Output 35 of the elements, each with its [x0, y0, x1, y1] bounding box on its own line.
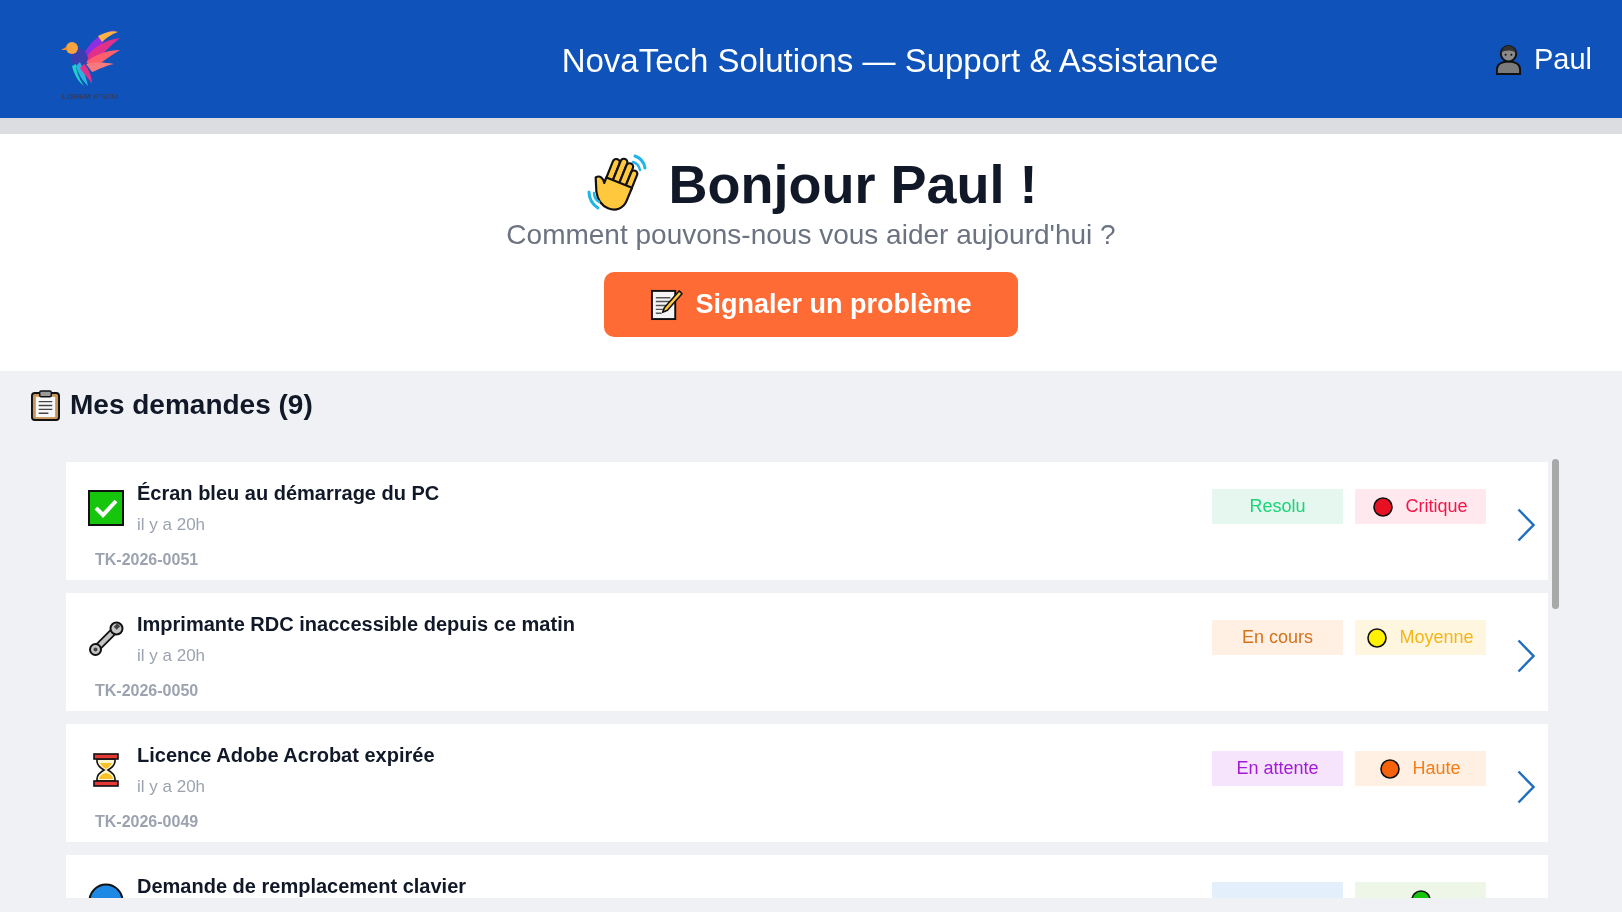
status-badge: Resolu	[1212, 489, 1343, 524]
section-title: Mes demandes (9)	[70, 389, 313, 421]
greeting-title: Bonjour Paul !	[668, 153, 1038, 216]
user-name: Paul	[1533, 42, 1592, 76]
clipboard-icon	[31, 389, 60, 421]
ticket-title: Licence Adobe Acrobat expirée	[137, 743, 435, 768]
priority-label: Haute	[1412, 758, 1461, 779]
chevron-right-icon	[1517, 770, 1535, 804]
user-icon	[1494, 43, 1522, 75]
ticket-card[interactable]: Écran bleu au démarrage du PC il y a 20h TK-2026-0051 Resolu Critique	[66, 462, 1548, 580]
priority-label: Moyenne	[1399, 627, 1474, 648]
logo-text: LOREM IPSUM	[61, 92, 119, 102]
ticket-time: il y a 20h	[137, 645, 207, 667]
ticket-reference: TK-2026-0051	[94, 550, 200, 570]
ticket-title: Écran bleu au démarrage du PC	[137, 481, 440, 506]
chevron-right-icon	[1517, 639, 1535, 673]
greeting-subtitle: Comment pouvons-nous vous aider aujourd'hui ?	[506, 218, 1116, 252]
chevron-right-icon	[1517, 508, 1535, 542]
ticket-title: Demande de remplacement clavier	[137, 874, 467, 898]
header-title: NovaTech Solutions — Support & Assistance	[560, 42, 1220, 80]
ticket-card[interactable]: Imprimante RDC inaccessible depuis ce matin il y a 20h TK-2026-0050 En cours Moyenne	[66, 593, 1548, 711]
ticket-time: il y a 20h	[137, 514, 207, 536]
ticket-time: il y a 20h	[137, 776, 207, 798]
ticket-reference: TK-2026-0049	[94, 812, 200, 832]
note-pencil-icon	[650, 288, 684, 321]
status-badge: En cours	[1212, 620, 1343, 655]
scrollbar-thumb[interactable]	[1552, 459, 1559, 609]
ticket-card[interactable]: Demande de remplacement clavier	[66, 855, 1548, 898]
priority-label: Critique	[1405, 496, 1468, 517]
ticket-card[interactable]: Licence Adobe Acrobat expirée il y a 20h TK-2026-0049 En attente Haute	[66, 724, 1548, 842]
status-badge: En attente	[1212, 751, 1343, 786]
check-icon	[88, 490, 124, 526]
ticket-title: Imprimante RDC inaccessible depuis ce matin	[137, 612, 575, 637]
ticket-reference: TK-2026-0050	[94, 681, 200, 701]
wrench-icon	[88, 621, 124, 657]
